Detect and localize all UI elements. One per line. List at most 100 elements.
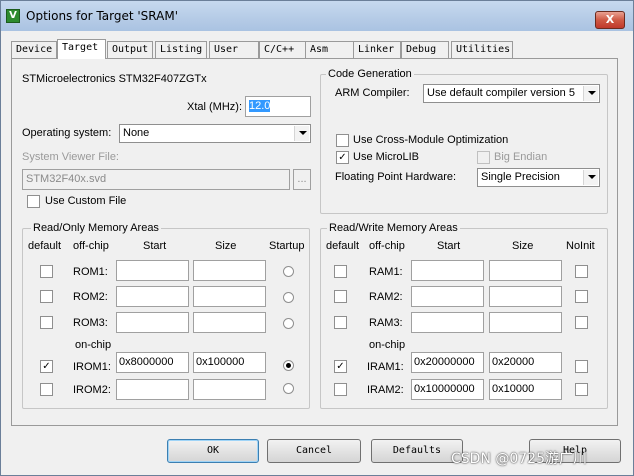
ro-header-start: Start xyxy=(143,240,167,252)
svf-label: System Viewer File: xyxy=(22,151,119,163)
tab-output[interactable]: Output xyxy=(107,41,153,58)
ro-memory-title: Read/Only Memory Areas xyxy=(31,222,161,234)
rom2-size-input[interactable] xyxy=(193,286,266,307)
iram1-size-input[interactable]: 0x20000 xyxy=(489,352,562,373)
os-label: Operating system: xyxy=(22,127,112,139)
rom2-startup-radio[interactable] xyxy=(283,292,294,303)
rom1-default-checkbox[interactable] xyxy=(40,265,53,278)
tab-utilities[interactable]: Utilities xyxy=(451,41,513,58)
iram1-noinit-checkbox[interactable] xyxy=(575,360,588,373)
rom3-default-checkbox[interactable] xyxy=(40,316,53,329)
ram1-default-checkbox[interactable] xyxy=(334,265,347,278)
os-select-value: None xyxy=(123,127,150,139)
fph-select-value: Single Precision xyxy=(481,171,560,183)
microlib-label: Use MicroLIB xyxy=(353,151,420,163)
rom3-size-input[interactable] xyxy=(193,312,266,333)
rom2-start-input[interactable] xyxy=(116,286,189,307)
irom1-startup-radio[interactable] xyxy=(283,360,294,371)
ram2-size-input[interactable] xyxy=(489,286,562,307)
iram1-label: IRAM1: xyxy=(367,361,404,373)
rom1-start-input[interactable] xyxy=(116,260,189,281)
rom1-size-input[interactable] xyxy=(193,260,266,281)
iram2-noinit-checkbox[interactable] xyxy=(575,383,588,396)
chevron-down-icon xyxy=(583,86,598,101)
ram1-noinit-checkbox[interactable] xyxy=(575,265,588,278)
svf-input[interactable]: STM32F40x.svd xyxy=(22,169,290,190)
iram2-default-checkbox[interactable] xyxy=(334,383,347,396)
options-dialog: V Options for Target 'SRAM' X Device Tar… xyxy=(0,0,634,476)
irom2-startup-radio[interactable] xyxy=(283,383,294,394)
irom1-start-input[interactable]: 0x8000000 xyxy=(116,352,189,373)
rw-header-start: Start xyxy=(437,240,461,252)
ram1-label: RAM1: xyxy=(369,266,403,278)
irom2-label: IROM2: xyxy=(73,384,111,396)
ro-header-offchip: off-chip xyxy=(73,240,109,252)
rw-header-size: Size xyxy=(512,240,534,252)
big-endian-label: Big Endian xyxy=(494,151,548,163)
compiler-label: ARM Compiler: xyxy=(335,87,410,99)
tab-user[interactable]: User xyxy=(209,41,259,58)
rom2-label: ROM2: xyxy=(73,291,108,303)
tab-listing[interactable]: Listing xyxy=(155,41,207,58)
ram3-default-checkbox[interactable] xyxy=(334,316,347,329)
rom3-label: ROM3: xyxy=(73,317,108,329)
fph-select[interactable]: Single Precision xyxy=(477,168,600,187)
iram1-default-checkbox[interactable]: ✓ xyxy=(334,360,347,373)
ram1-start-input[interactable] xyxy=(411,260,484,281)
keil-app-icon: V xyxy=(6,9,20,23)
irom2-default-checkbox[interactable] xyxy=(40,383,53,396)
compiler-select[interactable]: Use default compiler version 5 xyxy=(423,84,600,103)
iram2-size-input[interactable]: 0x10000 xyxy=(489,379,562,400)
rom3-startup-radio[interactable] xyxy=(283,318,294,329)
cancel-button[interactable]: Cancel xyxy=(267,439,361,463)
xtal-input[interactable]: 12.0 xyxy=(245,96,311,117)
ok-button[interactable]: OK xyxy=(167,439,259,463)
rw-header-offchip: off-chip xyxy=(369,240,405,252)
big-endian-checkbox[interactable] xyxy=(477,151,490,164)
ram2-start-input[interactable] xyxy=(411,286,484,307)
use-custom-file-checkbox[interactable] xyxy=(27,195,40,208)
microlib-checkbox[interactable]: ✓ xyxy=(336,151,349,164)
irom2-size-input[interactable] xyxy=(193,379,266,400)
ram1-size-input[interactable] xyxy=(489,260,562,281)
tab-device[interactable]: Device xyxy=(11,41,57,58)
iram2-start-input[interactable]: 0x10000000 xyxy=(411,379,484,400)
ro-header-default: default xyxy=(28,240,62,252)
ram3-size-input[interactable] xyxy=(489,312,562,333)
iram1-start-input[interactable]: 0x20000000 xyxy=(411,352,484,373)
close-button[interactable]: X xyxy=(595,11,625,29)
irom1-default-checkbox[interactable]: ✓ xyxy=(40,360,53,373)
tab-asm[interactable]: Asm xyxy=(305,41,357,58)
ram2-label: RAM2: xyxy=(369,291,403,303)
ram2-default-checkbox[interactable] xyxy=(334,290,347,303)
code-generation-title: Code Generation xyxy=(326,68,414,80)
csdn-watermark: CSDN @0725游广川 xyxy=(451,451,587,467)
defaults-button[interactable]: Defaults xyxy=(371,439,463,463)
ram3-start-input[interactable] xyxy=(411,312,484,333)
rw-header-default: default xyxy=(326,240,360,252)
rom2-default-checkbox[interactable] xyxy=(40,290,53,303)
tab-linker[interactable]: Linker xyxy=(353,41,401,58)
cross-module-checkbox[interactable] xyxy=(336,134,349,147)
compiler-select-value: Use default compiler version 5 xyxy=(427,87,575,99)
tab-c-cpp[interactable]: C/C++ xyxy=(259,41,311,58)
xtal-label: Xtal (MHz): xyxy=(187,101,242,113)
os-select[interactable]: None xyxy=(119,124,311,143)
rw-onchip-label: on-chip xyxy=(369,339,406,351)
chevron-down-icon xyxy=(294,126,309,141)
rom1-label: ROM1: xyxy=(73,266,108,278)
rom1-startup-radio[interactable] xyxy=(283,266,294,277)
rw-header-noinit: NoInit xyxy=(566,240,595,252)
target-tab-panel: STMicroelectronics STM32F407ZGTx Xtal (M… xyxy=(11,58,618,426)
use-custom-file-label: Use Custom File xyxy=(45,195,127,207)
irom1-size-input[interactable]: 0x100000 xyxy=(193,352,266,373)
ro-header-startup: Startup xyxy=(269,240,305,252)
tab-debug[interactable]: Debug xyxy=(401,41,449,58)
ram3-noinit-checkbox[interactable] xyxy=(575,316,588,329)
ram2-noinit-checkbox[interactable] xyxy=(575,290,588,303)
irom2-start-input[interactable] xyxy=(116,379,189,400)
svf-browse-button[interactable]: ... xyxy=(293,169,311,190)
title-bar[interactable]: V Options for Target 'SRAM' X xyxy=(1,1,633,31)
rom3-start-input[interactable] xyxy=(116,312,189,333)
tab-target[interactable]: Target xyxy=(57,39,106,59)
